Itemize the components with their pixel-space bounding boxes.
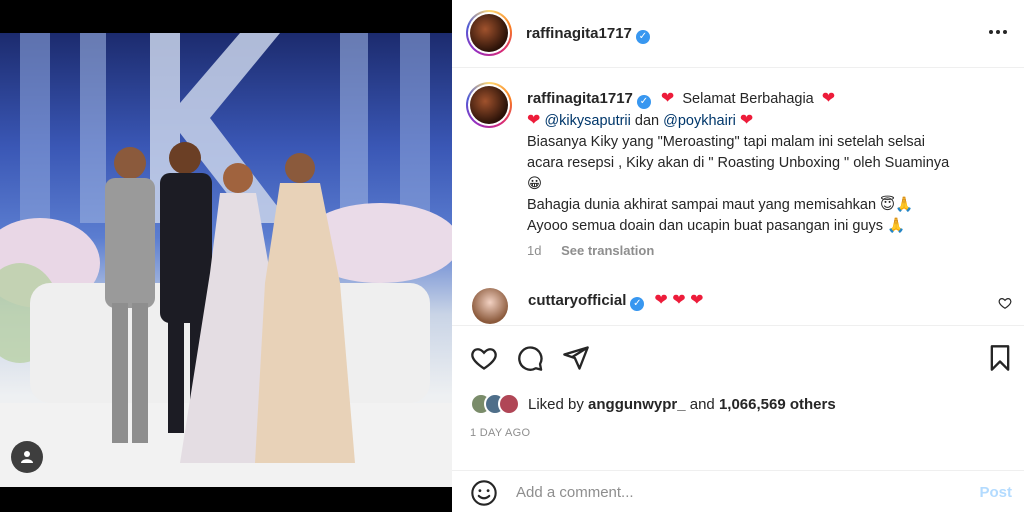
- save-bookmark-icon[interactable]: [986, 344, 1014, 372]
- see-translation-button[interactable]: See translation: [561, 243, 654, 258]
- heart-emoji-icon: ❤: [527, 112, 541, 129]
- mention-link[interactable]: @poykhairi: [663, 113, 736, 129]
- verified-badge-icon: ✓: [635, 30, 650, 44]
- mention-link[interactable]: @kikysaputrii: [544, 113, 630, 129]
- caption-grin-emoji-icon: 😀: [527, 176, 543, 192]
- add-comment-bar: Add a comment... Post: [452, 470, 1024, 512]
- post-comment-button[interactable]: Post: [979, 484, 1012, 501]
- caption-and-word: dan: [634, 113, 660, 129]
- user-icon: [21, 451, 33, 463]
- caption-meta: 1d See translation: [527, 243, 654, 258]
- liked-by-user-link[interactable]: anggunwypr_: [588, 396, 686, 413]
- post-date: 1 DAY AGO: [470, 427, 531, 439]
- heart-emoji-icon: ❤: [739, 112, 754, 129]
- post-photo-area: [0, 0, 452, 512]
- commenter-avatar[interactable]: [472, 288, 508, 324]
- caption-line4: acara resepsi , Kiky akan di " Roasting …: [527, 155, 950, 171]
- post-caption: raffinagita1717 ✓ ❤ Selamat Berbahagia ❤ …: [527, 88, 1007, 237]
- comment-hearts: ❤ ❤ ❤: [654, 292, 704, 309]
- likes-count-link[interactable]: 1,066,569 others: [719, 396, 836, 413]
- caption-line7: Ayooo semua doain dan ucapin buat pasang…: [527, 218, 884, 234]
- caption-username[interactable]: raffinagita1717: [527, 90, 633, 107]
- author-username[interactable]: raffinagita1717: [526, 25, 632, 42]
- liker-avatar[interactable]: [498, 393, 520, 415]
- share-send-icon[interactable]: [562, 344, 590, 372]
- add-comment-input[interactable]: Add a comment...: [516, 484, 634, 501]
- caption-line6: Bahagia dunia akhirat sampai maut yang m…: [527, 197, 877, 213]
- liked-by-row: Liked by anggunwypr_ and 1,066,569 other…: [470, 392, 836, 416]
- post-header: raffinagita1717 ✓: [452, 0, 1024, 68]
- caption-line3: Biasanya Kiky yang "Meroasting" tapi mal…: [527, 134, 925, 150]
- tagged-users-button[interactable]: [11, 441, 43, 473]
- post-photo[interactable]: [0, 33, 452, 487]
- heart-emoji-icon: ❤: [821, 90, 836, 107]
- author-avatar[interactable]: [466, 10, 512, 56]
- verified-badge-icon: ✓: [636, 95, 651, 109]
- more-horizontal-icon[interactable]: [988, 28, 1008, 36]
- emoji-smiley-icon[interactable]: [470, 479, 498, 507]
- wedding-photo-illustration: [0, 33, 452, 487]
- caption-timestamp[interactable]: 1d: [527, 243, 541, 258]
- post-details-panel: raffinagita1717 ✓ raffinagita1717 ✓ ❤ Sela…: [452, 0, 1024, 512]
- post-actions: Liked by anggunwypr_ and 1,066,569 other…: [452, 325, 1024, 475]
- verified-badge-icon: ✓: [630, 297, 645, 311]
- caption-pray-emoji-icon: 🙏: [887, 218, 906, 234]
- instagram-post-view: raffinagita1717 ✓ raffinagita1717 ✓ ❤ Sela…: [0, 0, 1024, 512]
- liked-by-and: and: [689, 395, 715, 413]
- like-heart-icon[interactable]: [470, 344, 498, 372]
- liked-by-prefix: Liked by: [528, 395, 584, 413]
- caption-pray-emoji-icon: 😇🙏: [880, 197, 914, 213]
- caption-author-avatar[interactable]: [466, 82, 512, 128]
- heart-emoji-icon: ❤: [660, 90, 675, 107]
- caption-line1-text: Selamat Berbahagia: [682, 91, 814, 107]
- comment-row: cuttaryofficial ✓ ❤ ❤ ❤: [472, 286, 1012, 324]
- comment-bubble-icon[interactable]: [516, 344, 544, 372]
- like-comment-heart-icon[interactable]: [998, 296, 1012, 310]
- commenter-username[interactable]: cuttaryofficial: [528, 292, 626, 309]
